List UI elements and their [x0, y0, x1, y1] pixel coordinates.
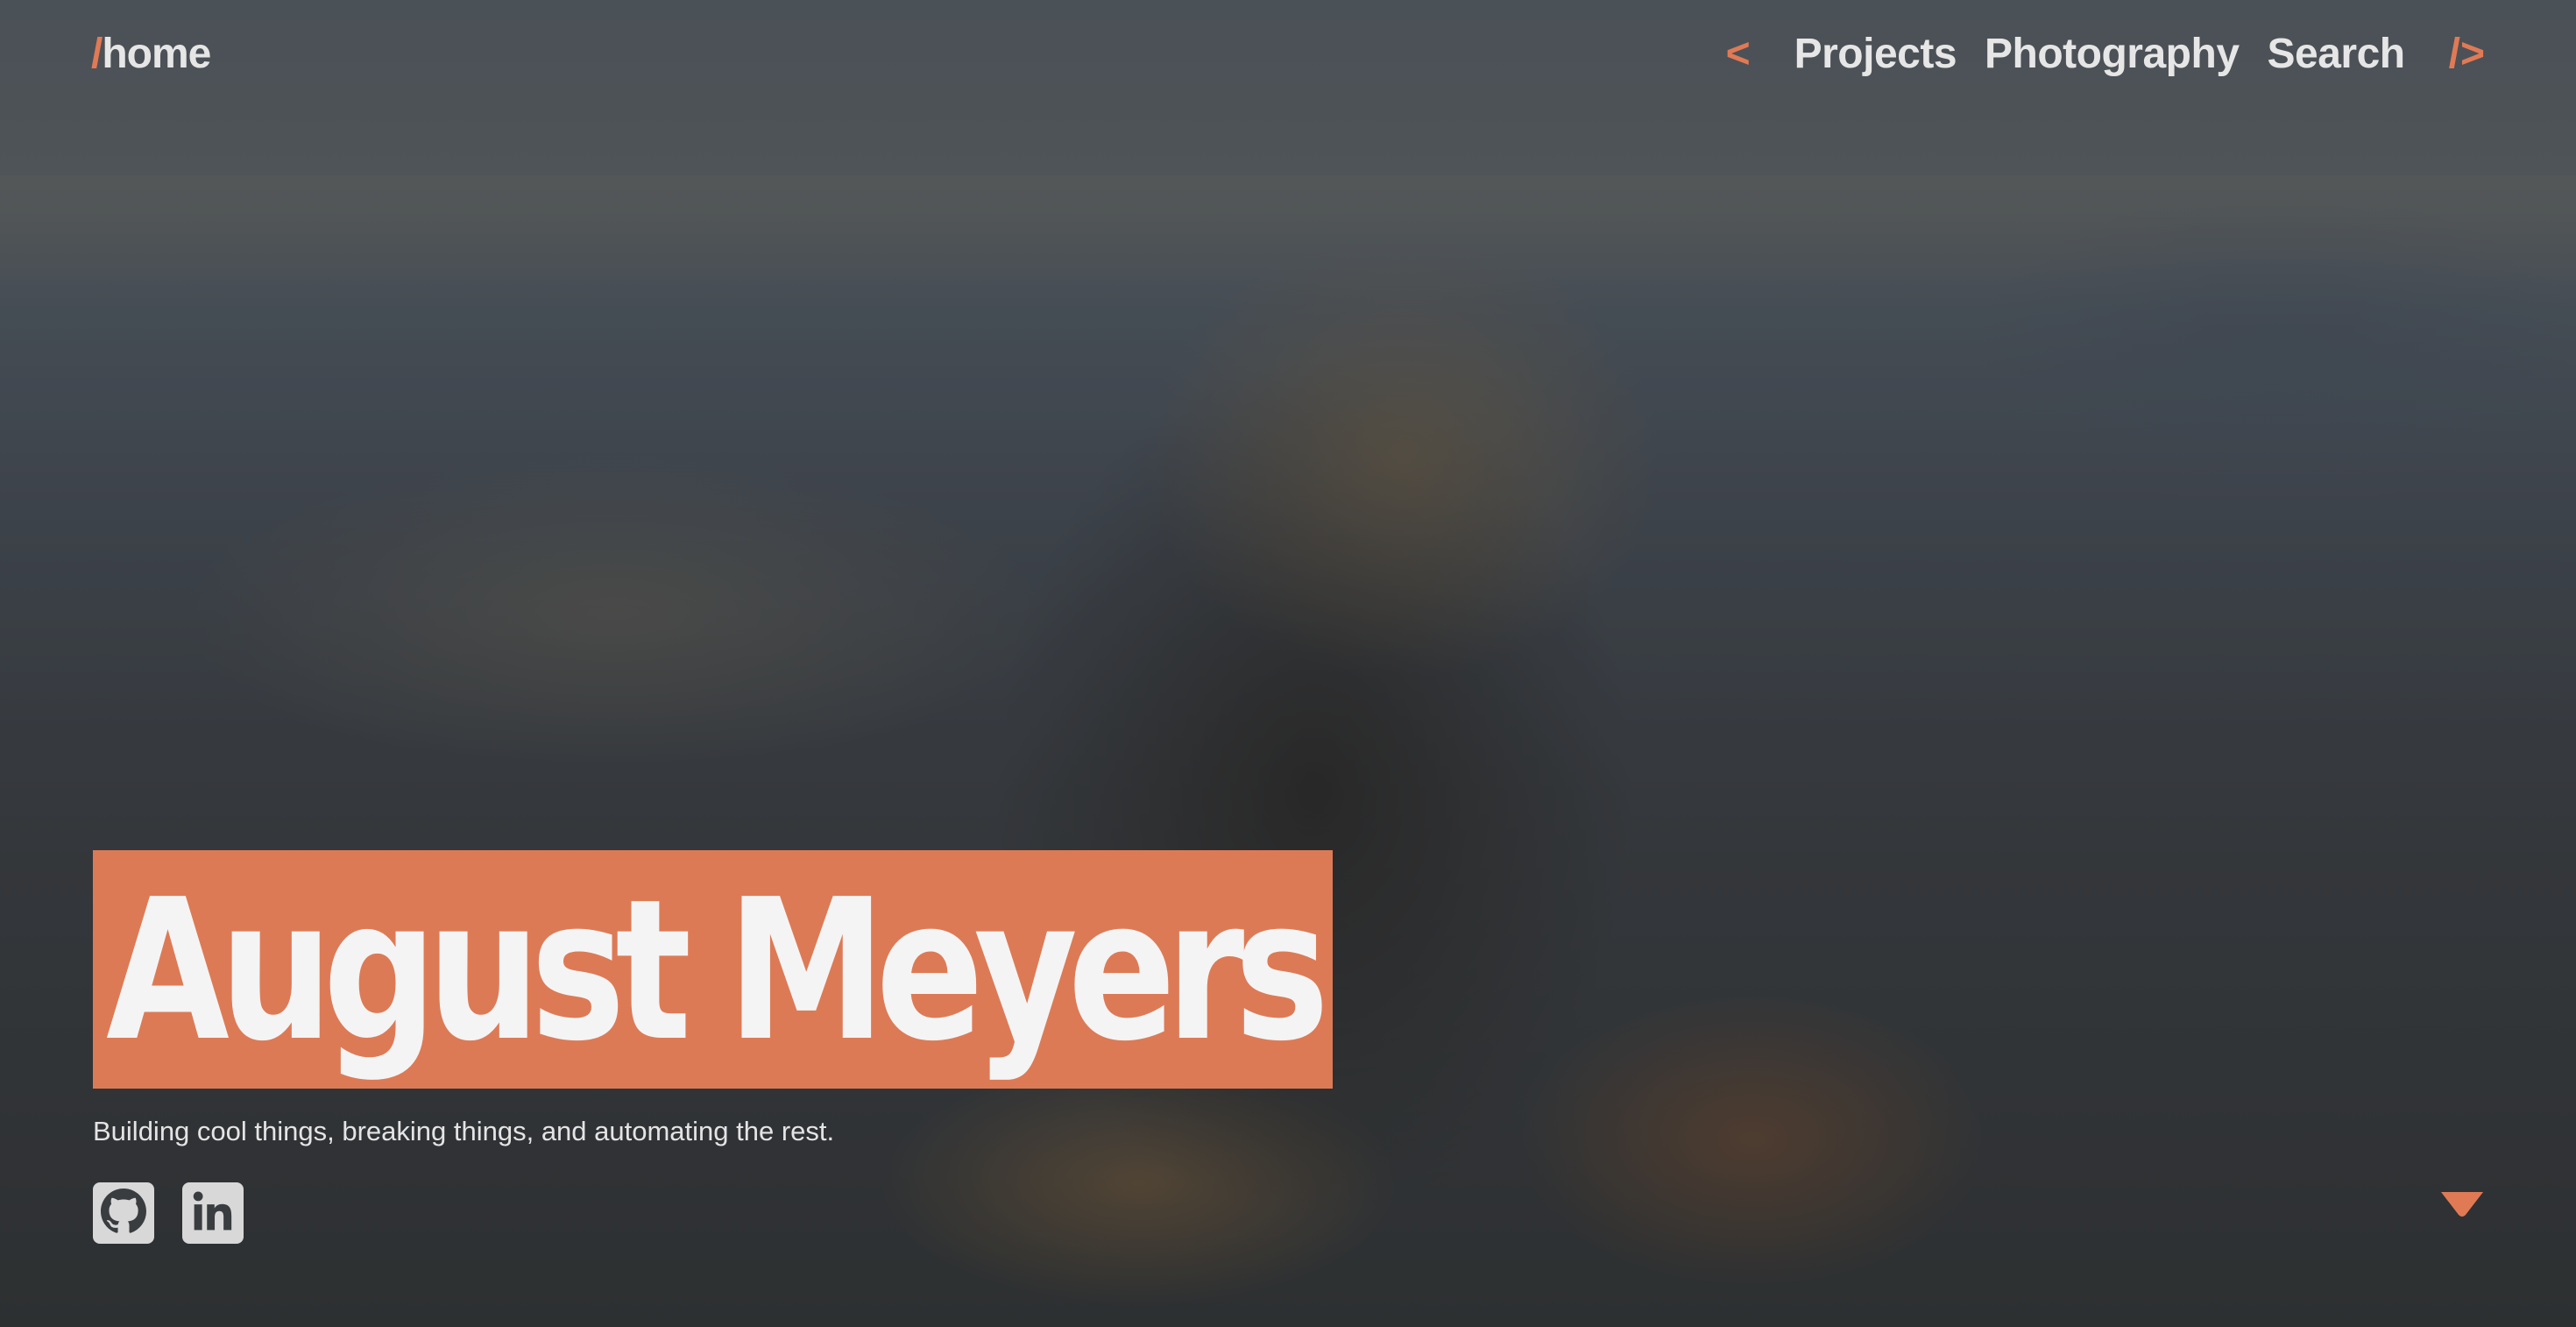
name-banner: August Meyers [93, 850, 1333, 1089]
github-link[interactable] [93, 1182, 154, 1244]
hero-tagline: Building cool things, breaking things, a… [93, 1116, 835, 1146]
nav-link-projects[interactable]: Projects [1794, 30, 1957, 78]
linkedin-icon [189, 1188, 237, 1239]
nav-open-bracket: < [1725, 31, 1751, 77]
nav-close-bracket: /> [2448, 31, 2485, 77]
top-nav: /home < Projects Photography Search /> [0, 0, 2576, 109]
linkedin-link[interactable] [182, 1182, 244, 1244]
home-link[interactable]: /home [91, 30, 211, 78]
caret-down-icon [2439, 1192, 2485, 1222]
social-links [93, 1182, 244, 1244]
nav-link-photography[interactable]: Photography [1985, 30, 2240, 78]
nav-link-search[interactable]: Search [2268, 30, 2406, 78]
page: /home < Projects Photography Search /> A… [0, 0, 2576, 1327]
home-label: home [102, 31, 211, 77]
nav-links: < Projects Photography Search /> [1726, 30, 2485, 78]
home-slash: / [91, 31, 103, 77]
hero-name: August Meyers [106, 858, 1329, 1084]
scroll-down-button[interactable] [2439, 1190, 2485, 1218]
github-icon [101, 1188, 146, 1238]
